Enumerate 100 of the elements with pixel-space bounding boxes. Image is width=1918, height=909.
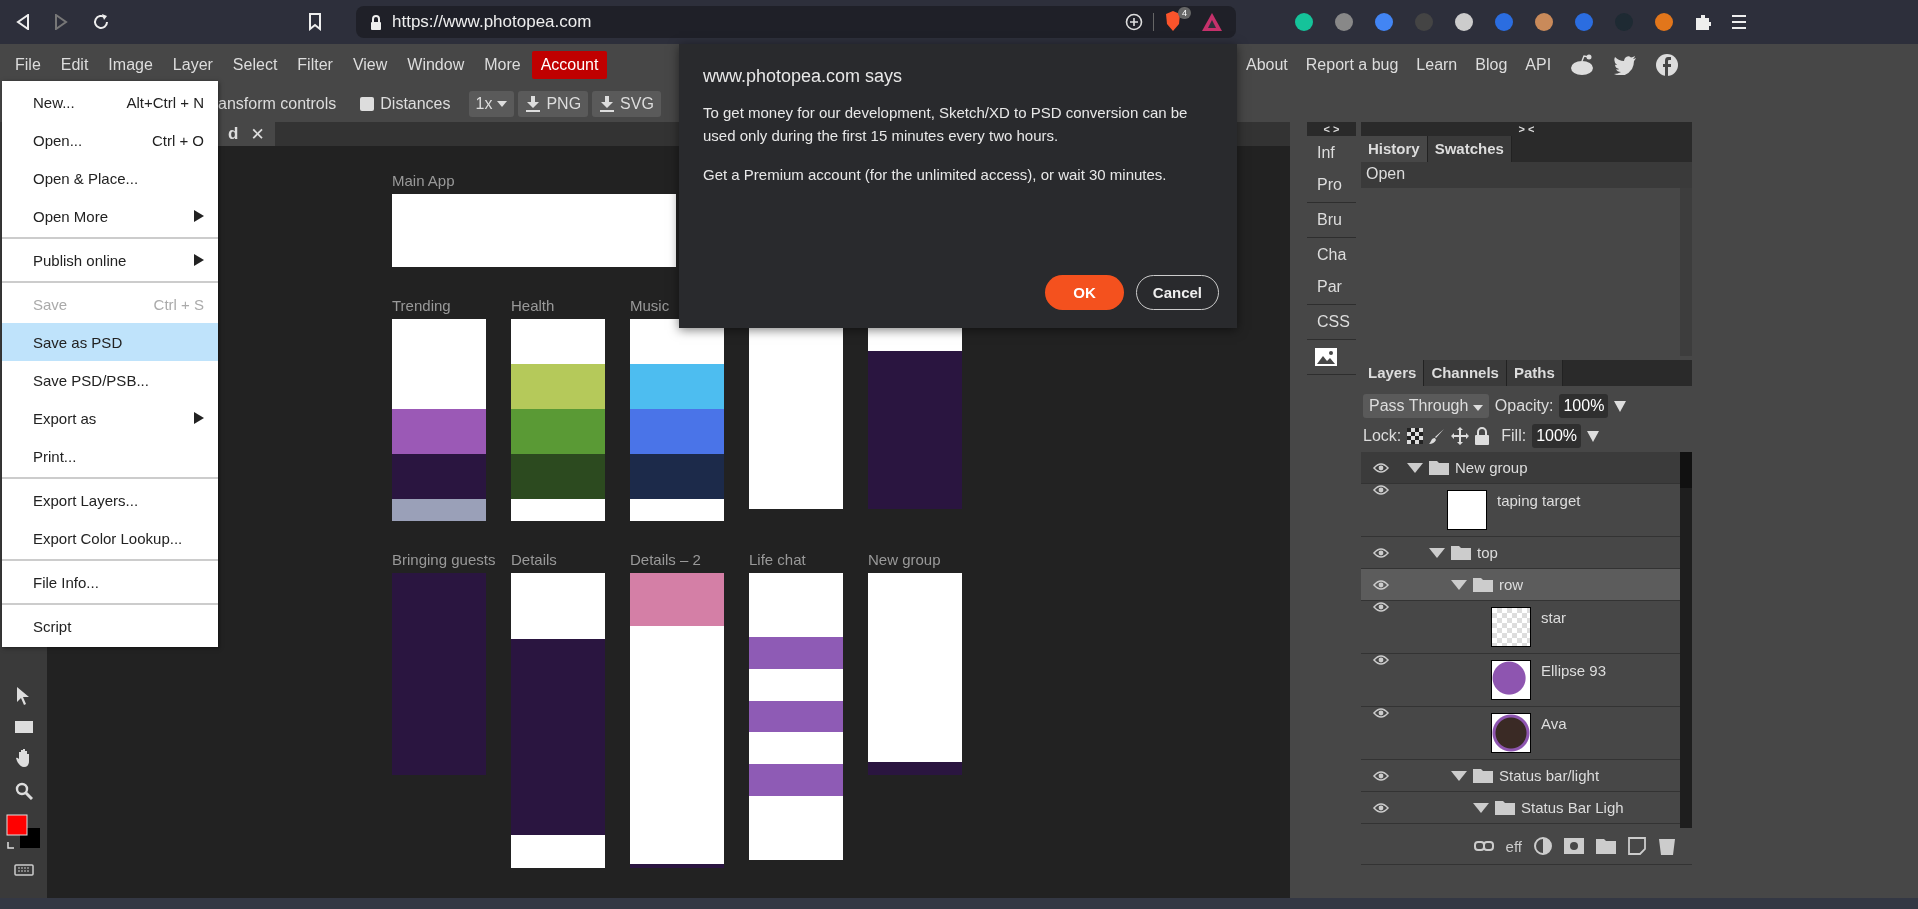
menu-item[interactable]: Export Layers... bbox=[2, 481, 218, 519]
menu-item[interactable]: Script bbox=[2, 607, 218, 645]
scale-dropdown[interactable]: 1x bbox=[468, 91, 515, 117]
scrollbar[interactable] bbox=[1680, 452, 1692, 828]
f-circle-icon[interactable] bbox=[1655, 53, 1680, 77]
document-tab[interactable]: d ✕ bbox=[218, 122, 275, 146]
close-icon[interactable]: ✕ bbox=[250, 123, 265, 145]
menu-item[interactable]: Image bbox=[99, 51, 162, 79]
nav-link[interactable]: About bbox=[1246, 56, 1288, 74]
bird-icon[interactable] bbox=[1613, 55, 1638, 75]
extension-icon[interactable] bbox=[1454, 12, 1474, 32]
eye-icon[interactable] bbox=[1373, 484, 1389, 496]
zoom-plus-icon[interactable] bbox=[1125, 13, 1143, 31]
menu-item[interactable]: Print... bbox=[2, 437, 218, 475]
menu-item[interactable]: Open More bbox=[2, 197, 218, 235]
eye-icon[interactable] bbox=[1373, 546, 1389, 559]
extension-icon[interactable] bbox=[1654, 12, 1674, 32]
panel-shortcut[interactable]: Pro bbox=[1307, 172, 1356, 198]
menu-item[interactable]: Filter bbox=[288, 51, 342, 79]
eye-icon[interactable] bbox=[1373, 601, 1389, 613]
search-icon[interactable] bbox=[14, 782, 33, 800]
panel-shortcut[interactable]: Bru bbox=[1307, 207, 1356, 233]
menu-item[interactable]: Select bbox=[223, 51, 287, 79]
nav-link[interactable]: Report a bug bbox=[1305, 56, 1399, 74]
export-button[interactable]: SVG bbox=[592, 91, 661, 117]
opacity-field[interactable]: 100% bbox=[1559, 394, 1609, 418]
brush-icon[interactable] bbox=[1429, 428, 1446, 444]
menu-icon[interactable] bbox=[1732, 14, 1746, 30]
panel-shortcut[interactable]: Cha bbox=[1307, 242, 1356, 268]
nav-link[interactable]: API bbox=[1525, 56, 1552, 74]
menu-item[interactable]: Edit bbox=[51, 51, 98, 79]
menu-item[interactable]: Export as bbox=[2, 399, 218, 437]
bookmark-icon[interactable] bbox=[308, 13, 322, 31]
rectangle-icon[interactable] bbox=[13, 720, 34, 734]
eye-icon[interactable] bbox=[1373, 461, 1389, 474]
extension-icon[interactable] bbox=[1294, 12, 1314, 32]
export-button[interactable]: PNG bbox=[518, 91, 589, 117]
menu-item[interactable]: New... Alt+Ctrl + N bbox=[2, 83, 218, 121]
panel-tab[interactable]: History bbox=[1361, 136, 1428, 162]
menu-item[interactable]: Layer bbox=[163, 51, 222, 79]
color-swatches-icon[interactable] bbox=[5, 814, 42, 850]
layer-row[interactable]: Ava bbox=[1361, 707, 1680, 760]
triangle-icon[interactable] bbox=[1407, 462, 1423, 473]
panel-shortcut[interactable]: Par bbox=[1307, 274, 1356, 300]
menu-item[interactable]: Publish online bbox=[2, 241, 218, 279]
trash-icon[interactable] bbox=[1658, 836, 1676, 856]
menu-item[interactable]: Open & Place... bbox=[2, 159, 218, 197]
checkbox[interactable] bbox=[360, 97, 375, 111]
panel-shortcut[interactable]: Inf bbox=[1307, 140, 1356, 166]
new-layer-icon[interactable] bbox=[1628, 837, 1646, 855]
checkerboard-icon[interactable] bbox=[1407, 428, 1424, 444]
history-item[interactable]: Open bbox=[1361, 162, 1692, 188]
menu-item[interactable]: File Info... bbox=[2, 563, 218, 601]
lock-icon[interactable] bbox=[1475, 427, 1490, 445]
panel-tab[interactable]: Layers bbox=[1361, 360, 1425, 386]
layer-row[interactable]: New group bbox=[1361, 452, 1680, 484]
panel-tab[interactable]: Channels bbox=[1424, 360, 1507, 386]
effects-button[interactable]: eff bbox=[1505, 837, 1522, 855]
triangle-icon[interactable] bbox=[1429, 547, 1445, 558]
triangle-icon[interactable] bbox=[1451, 579, 1467, 590]
menu-item[interactable]: Account bbox=[531, 51, 608, 79]
address-bar[interactable]: https://www.photopea.com 4 bbox=[356, 6, 1236, 38]
menu-item[interactable]: Open... Ctrl + O bbox=[2, 121, 218, 159]
eye-icon[interactable] bbox=[1373, 707, 1389, 719]
half-circle-icon[interactable] bbox=[1534, 837, 1552, 855]
menu-item[interactable]: Export Color Lookup... bbox=[2, 519, 218, 557]
collapse-toggle[interactable]: > < bbox=[1361, 122, 1692, 136]
layer-row[interactable]: star bbox=[1361, 601, 1680, 654]
keyboard-icon[interactable] bbox=[13, 864, 34, 876]
triangle-icon[interactable] bbox=[1451, 770, 1467, 781]
menu-item[interactable]: Window bbox=[398, 51, 474, 79]
alien-icon[interactable] bbox=[1569, 54, 1596, 76]
layer-row[interactable]: row bbox=[1361, 569, 1680, 601]
panel-shortcut[interactable]: CSS bbox=[1307, 309, 1356, 335]
fill-field[interactable]: 100% bbox=[1532, 424, 1582, 448]
eye-icon[interactable] bbox=[1373, 654, 1389, 666]
layer-row[interactable]: Ellipse 93 bbox=[1361, 654, 1680, 707]
link-icon[interactable] bbox=[1473, 841, 1494, 851]
menu-item[interactable]: View bbox=[343, 51, 397, 79]
menu-item[interactable]: Save as PSD bbox=[2, 323, 218, 361]
menu-item[interactable]: Save PSD/PSB... bbox=[2, 361, 218, 399]
eye-icon[interactable] bbox=[1373, 578, 1389, 591]
extension-icon[interactable] bbox=[1334, 12, 1354, 32]
dropdown-arrow-icon[interactable] bbox=[1614, 400, 1627, 412]
panel-tab[interactable]: Paths bbox=[1506, 360, 1563, 386]
back-icon[interactable] bbox=[16, 14, 30, 30]
menu-item[interactable]: File bbox=[6, 51, 50, 79]
dropdown-arrow-icon[interactable] bbox=[1587, 430, 1600, 442]
folder-icon[interactable] bbox=[1596, 838, 1616, 854]
triangle-logo-icon[interactable] bbox=[1202, 13, 1222, 31]
layer-row[interactable]: taping target bbox=[1361, 484, 1680, 537]
nav-link[interactable]: Learn bbox=[1416, 56, 1458, 74]
panel-tab[interactable]: Swatches bbox=[1427, 136, 1512, 162]
nav-link[interactable]: Blog bbox=[1475, 56, 1508, 74]
forward-icon[interactable] bbox=[54, 14, 68, 30]
move-icon[interactable] bbox=[1451, 427, 1470, 445]
eye-icon[interactable] bbox=[1373, 801, 1389, 814]
extension-icon[interactable] bbox=[1534, 12, 1554, 32]
collapse-toggle[interactable]: < > bbox=[1307, 122, 1356, 136]
triangle-icon[interactable] bbox=[1473, 802, 1489, 813]
